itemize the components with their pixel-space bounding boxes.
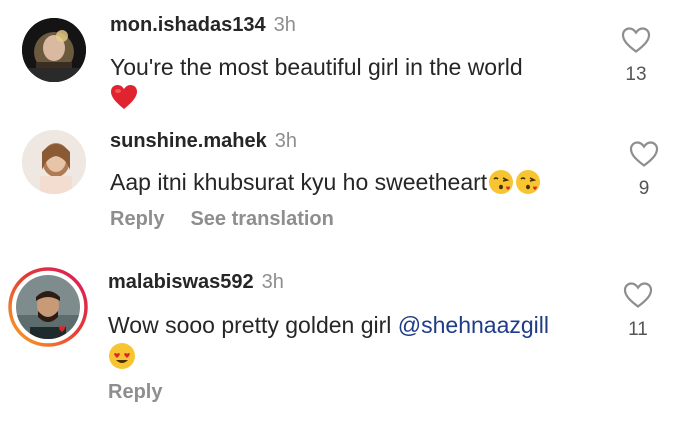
avatar-photo	[22, 18, 86, 82]
like-button[interactable]: 13	[616, 26, 656, 86]
comment-time: 3h	[261, 271, 284, 293]
comment-item: malabiswas592 3h Wow sooo pretty golden g…	[0, 255, 700, 421]
avatar[interactable]	[22, 18, 86, 82]
reply-button[interactable]: Reply	[110, 208, 164, 230]
comment-text: Wow sooo pretty golden girl @shehnaazgil…	[108, 312, 549, 338]
comments-thread: mon.ishadas134 3h You're the most beautif…	[0, 0, 700, 421]
comment-item: mon.ishadas134 3h You're the most beautif…	[0, 0, 700, 120]
face-blowing-kiss-icon	[516, 170, 541, 194]
comment-time: 3h	[274, 130, 297, 152]
comment-time: 3h	[273, 14, 296, 36]
reply-button[interactable]: Reply	[108, 381, 162, 403]
comment-text: Aap itni khubsurat kyu ho sweetheart	[110, 167, 541, 197]
avatar-story-ring[interactable]	[8, 267, 88, 347]
avatar	[8, 267, 88, 347]
heart-outline-icon[interactable]	[623, 281, 653, 309]
avatar-photo	[22, 130, 86, 194]
see-translation-button[interactable]: See translation	[190, 208, 333, 230]
comment-username[interactable]: sunshine.mahek 3h	[110, 130, 297, 153]
comment-username[interactable]: malabiswas592 3h	[108, 271, 284, 294]
heart-outline-icon[interactable]	[621, 26, 651, 54]
mention-link[interactable]: @shehnaazgill	[398, 312, 549, 338]
face-blowing-kiss-icon	[489, 170, 514, 194]
comment-actions: Reply See translation	[110, 208, 360, 231]
comment-text: You're the most beautiful girl in the wo…	[110, 54, 523, 80]
like-count: 11	[628, 319, 648, 340]
heart-outline-icon[interactable]	[629, 140, 659, 168]
like-count: 9	[638, 178, 650, 199]
red-heart-icon	[110, 84, 138, 115]
comment-actions: Reply	[108, 381, 188, 404]
comment-username[interactable]: mon.ishadas134 3h	[110, 14, 296, 37]
like-button[interactable]: 9	[624, 140, 664, 200]
comment-item: sunshine.mahek 3h Aap itni khubsurat kyu …	[0, 120, 700, 250]
like-button[interactable]: 11	[618, 281, 658, 341]
avatar[interactable]	[22, 130, 86, 194]
heart-eyes-face-icon	[108, 342, 136, 375]
like-count: 13	[625, 64, 647, 85]
